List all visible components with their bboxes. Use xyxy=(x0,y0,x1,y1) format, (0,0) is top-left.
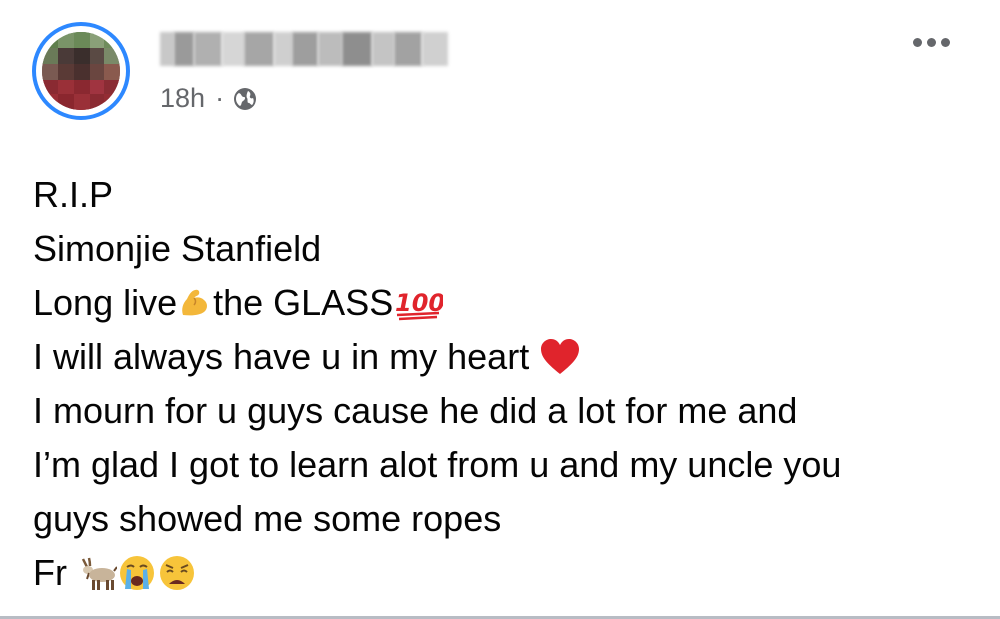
post-line-text: I will always have u in my heart xyxy=(33,336,540,377)
post-line-text: Fr xyxy=(33,552,77,593)
post-line: Long live the GLASS 100 xyxy=(33,276,841,330)
post-line: guys showed me some ropes xyxy=(33,498,502,539)
post-line: Simonjie Stanfield xyxy=(33,228,322,269)
weary-face-icon xyxy=(157,553,197,593)
more-options-icon[interactable] xyxy=(913,38,950,47)
post-line: I will always have u in my heart xyxy=(33,330,841,384)
red-heart-icon xyxy=(539,337,581,377)
goat-icon xyxy=(77,553,117,593)
profile-avatar[interactable] xyxy=(32,22,130,120)
hundred-points-icon: 100 xyxy=(393,285,443,321)
globe-icon[interactable] xyxy=(232,86,258,112)
author-name-redacted[interactable] xyxy=(160,32,450,66)
avatar-image xyxy=(42,32,120,110)
facebook-post: 18h · R.I.P Simonjie Stanfield Long live… xyxy=(0,0,1000,619)
post-meta: 18h · xyxy=(160,83,258,114)
loudly-crying-face-icon xyxy=(117,553,157,593)
post-timestamp[interactable]: 18h xyxy=(160,83,205,114)
post-line-text: Long live xyxy=(33,282,178,323)
post-line: Fr xyxy=(33,546,841,600)
post-line: I mourn for u guys cause he did a lot fo… xyxy=(33,390,798,431)
meta-separator: · xyxy=(215,83,225,113)
post-line: R.I.P xyxy=(33,174,114,215)
post-body: R.I.P Simonjie Stanfield Long live the G… xyxy=(33,168,841,600)
post-line-text: the GLASS xyxy=(213,282,394,323)
flexed-biceps-icon xyxy=(177,285,213,321)
post-line: I’m glad I got to learn alot from u and … xyxy=(33,444,842,485)
